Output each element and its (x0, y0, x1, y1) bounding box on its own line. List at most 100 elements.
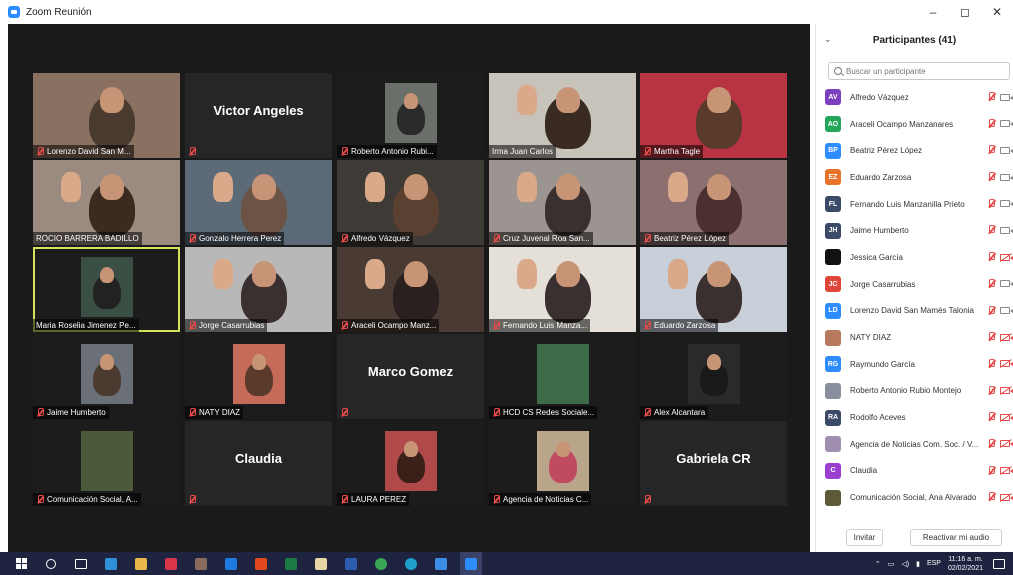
start-button[interactable] (10, 552, 32, 575)
video-tile[interactable]: LAURA PEREZ (337, 421, 484, 506)
camera-off-icon[interactable] (1000, 467, 1013, 475)
close-button[interactable]: ✕ (981, 0, 1013, 24)
volume-icon[interactable]: ◁) (901, 560, 909, 568)
taskbar-app-excel[interactable] (280, 552, 302, 575)
participant-row[interactable]: Agencia de Noticias Com. Soc. / V... (816, 431, 1013, 458)
battery-icon[interactable]: ▮ (916, 560, 920, 568)
unmute-audio-button[interactable]: Reactivar mi audio (910, 528, 1002, 546)
participant-row[interactable]: AO Araceli Ocampo Manzanares (816, 111, 1013, 138)
participant-row[interactable]: RA Rodolfo Aceves (816, 404, 1013, 431)
invite-button[interactable]: Invitar (846, 528, 883, 546)
camera-off-icon[interactable] (1000, 440, 1013, 448)
camera-icon[interactable] (1000, 226, 1013, 234)
participant-row[interactable]: EZ Eduardo Zarzosa (816, 164, 1013, 191)
participant-row[interactable]: NATY DIAZ (816, 324, 1013, 351)
camera-off-icon[interactable] (1000, 253, 1013, 261)
video-tile[interactable]: Araceli Ocampo Manz... (337, 247, 484, 332)
participant-row[interactable]: JC Jorge Casarrubias (816, 271, 1013, 298)
participant-row[interactable]: Roberto Antonio Rubio Montejo (816, 378, 1013, 405)
network-icon[interactable]: ▭ (888, 560, 895, 568)
participant-row[interactable]: FL Fernando Luis Manzanilla Prieto (816, 191, 1013, 218)
microphone-muted-icon[interactable] (987, 145, 996, 155)
video-tile[interactable]: Lorenzo David San M... (33, 73, 180, 158)
microphone-muted-icon[interactable] (987, 305, 996, 316)
taskbar-app-zoom[interactable] (460, 552, 482, 575)
video-tile[interactable]: Gabriela CR (640, 421, 787, 506)
taskbar-search-button[interactable] (40, 552, 62, 575)
maximize-button[interactable]: ◻ (949, 0, 981, 24)
video-tile[interactable]: Comunicación Social, A... (33, 421, 180, 506)
microphone-muted-icon[interactable] (987, 492, 996, 502)
participant-row[interactable]: BP Beatriz Pérez López (816, 137, 1013, 164)
participant-search[interactable] (828, 62, 1010, 80)
microphone-muted-icon[interactable] (987, 412, 996, 422)
participant-row[interactable]: JH Jaime Humberto (816, 217, 1013, 244)
video-tile[interactable]: ROCIO BARRERA BADILLO (33, 160, 180, 245)
taskbar-app-chrome[interactable] (370, 552, 392, 575)
video-tile[interactable]: Beatriz Pérez López (640, 160, 787, 245)
taskbar-app-photo[interactable] (190, 552, 212, 575)
participant-row[interactable]: Jessica García (816, 244, 1013, 271)
camera-off-icon[interactable] (1000, 413, 1013, 421)
camera-icon[interactable] (1000, 93, 1013, 101)
taskbar-app-word[interactable] (340, 552, 362, 575)
task-view-button[interactable] (70, 552, 92, 575)
minimize-button[interactable]: – (917, 0, 949, 24)
participant-row[interactable]: RG Raymundo García (816, 351, 1013, 378)
microphone-muted-icon[interactable] (987, 358, 996, 369)
camera-off-icon[interactable] (1000, 333, 1013, 341)
camera-icon[interactable] (1000, 200, 1013, 208)
camera-off-icon[interactable] (1000, 493, 1013, 501)
notification-center-icon[interactable] (993, 558, 1005, 569)
taskbar-app-gift[interactable] (160, 552, 182, 575)
microphone-muted-icon[interactable] (987, 385, 996, 396)
microphone-muted-icon[interactable] (987, 118, 996, 129)
video-tile[interactable]: Agencia de Noticias C... (489, 421, 636, 506)
video-tile[interactable]: Victor Angeles (185, 73, 332, 158)
camera-icon[interactable] (1000, 146, 1013, 154)
participant-row[interactable]: LD Lorenzo David San Mamés Talonia (816, 298, 1013, 325)
microphone-muted-icon[interactable] (987, 172, 996, 182)
video-tile[interactable]: Maria Roselia Jimenez Pe... (33, 247, 180, 332)
camera-off-icon[interactable] (1000, 387, 1013, 395)
microphone-muted-icon[interactable] (987, 465, 996, 476)
camera-icon[interactable] (1000, 120, 1013, 128)
microphone-muted-icon[interactable] (987, 278, 996, 289)
language-indicator[interactable]: ESP (927, 560, 941, 567)
participant-search-input[interactable] (846, 66, 996, 76)
video-tile[interactable]: Roberto Antonio Rubi... (337, 73, 484, 158)
microphone-muted-icon[interactable] (987, 225, 996, 235)
taskbar-app-blue[interactable] (220, 552, 242, 575)
microphone-muted-icon[interactable] (987, 332, 996, 342)
taskbar-app-explorer[interactable] (130, 552, 152, 575)
video-tile[interactable]: Martha Tagle (640, 73, 787, 158)
video-tile[interactable]: NATY DIAZ (185, 334, 332, 419)
video-tile[interactable]: Gonzalo Herrera Perez (185, 160, 332, 245)
taskbar-app-bag[interactable] (310, 552, 332, 575)
clock[interactable]: 11:16 a. m. 02/02/2021 (948, 555, 983, 573)
participant-row[interactable]: C Claudia (816, 458, 1013, 485)
participant-row[interactable]: Comunicación Social, Ana Alvarado (816, 484, 1013, 511)
video-tile[interactable]: Fernando Luis Manza... (489, 247, 636, 332)
video-tile[interactable]: Alfredo Vázquez (337, 160, 484, 245)
chevron-up-icon[interactable]: ⌃ (875, 560, 881, 568)
microphone-muted-icon[interactable] (987, 92, 996, 102)
video-tile[interactable]: HCD CS Redes Sociale... (489, 334, 636, 419)
microphone-muted-icon[interactable] (987, 438, 996, 449)
video-tile[interactable]: Alex Alcantara (640, 334, 787, 419)
participant-row[interactable]: AV Alfredo Vázquez (816, 84, 1013, 111)
video-tile[interactable]: Marco Gomez (337, 334, 484, 419)
camera-icon[interactable] (1000, 173, 1013, 181)
video-tile[interactable]: Jaime Humberto (33, 334, 180, 419)
camera-icon[interactable] (1000, 307, 1013, 314)
taskbar-app-mail[interactable] (430, 552, 452, 575)
camera-off-icon[interactable] (1000, 360, 1013, 368)
video-tile[interactable]: Jorge Casarrubias (185, 247, 332, 332)
microphone-muted-icon[interactable] (987, 198, 996, 209)
taskbar-app-edge[interactable] (400, 552, 422, 575)
camera-icon[interactable] (1000, 280, 1013, 288)
video-tile[interactable]: Irma Juan Carlos (489, 73, 636, 158)
collapse-chevron-icon[interactable]: ⌄ (824, 34, 832, 45)
taskbar-app-store[interactable] (100, 552, 122, 575)
microphone-muted-icon[interactable] (987, 252, 996, 262)
